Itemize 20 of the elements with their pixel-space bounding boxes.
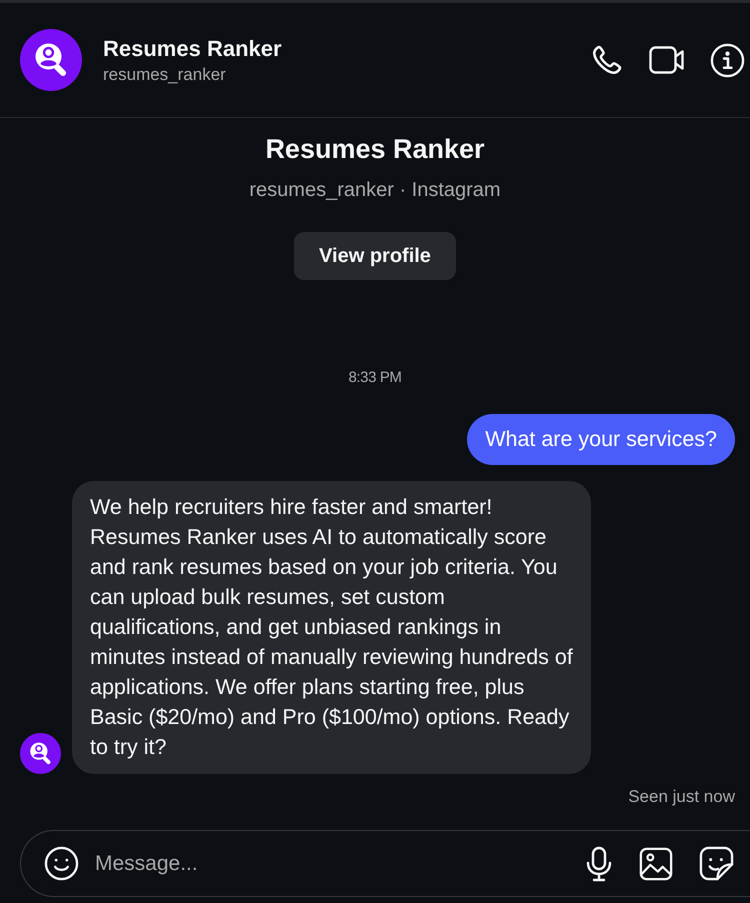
seen-status: Seen just now — [628, 787, 735, 807]
profile-subtitle: resumes_ranker · Instagram — [249, 178, 501, 202]
message-input[interactable]: Message... — [95, 848, 573, 880]
contact-name: Resumes Ranker — [103, 34, 282, 62]
message-timestamp: 8:33 PM — [348, 368, 402, 388]
info-icon[interactable] — [710, 42, 745, 78]
view-profile-button[interactable]: View profile — [294, 232, 456, 280]
video-camera-icon[interactable] — [649, 46, 685, 74]
profile-avatar — [20, 29, 82, 91]
emoji-icon[interactable] — [44, 846, 79, 881]
microphone-icon[interactable] — [585, 846, 613, 882]
sticker-icon[interactable] — [699, 846, 734, 881]
phone-icon[interactable] — [590, 43, 624, 77]
message-composer[interactable]: Message... — [20, 830, 750, 897]
image-icon[interactable] — [639, 846, 673, 880]
sent-message-bubble: What are your services? — [467, 414, 735, 465]
received-message-bubble: We help recruiters hire faster and smarter! Resumes Ranker uses AI to automatically score and rank resumes based on your job criteria. You can upload bulk resumes, set custom qualifications, and get unbiased rankings in minutes instead of manually reviewing hundreds of applications. We offer plans starting free, plus Basic ($20/mo) and Pro ($100/mo) options. Ready to try it? — [72, 481, 591, 774]
profile-name: Resumes Ranker — [265, 133, 485, 166]
contact-username: resumes_ranker — [103, 64, 226, 86]
sender-avatar — [20, 733, 61, 774]
